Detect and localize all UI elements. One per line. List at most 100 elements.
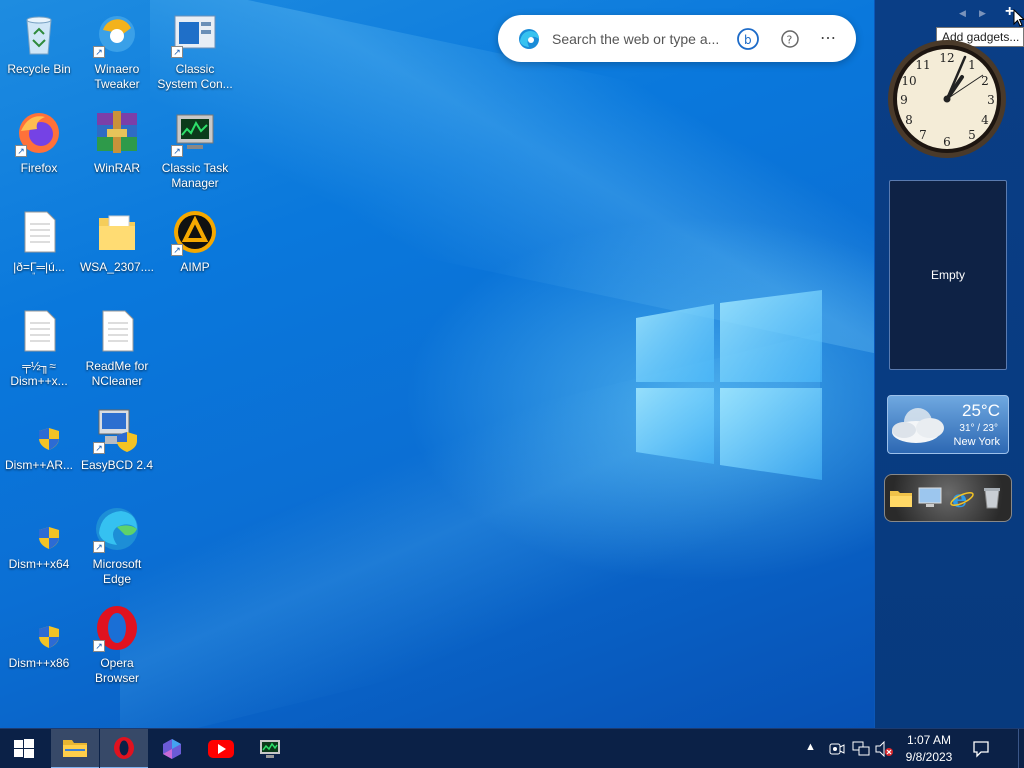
- text-file-icon: [15, 307, 63, 355]
- clock-gadget[interactable]: 12 1 2 3 45 6 78 9 10 11: [886, 38, 1008, 160]
- meet-now-icon[interactable]: [829, 741, 845, 757]
- more-icon[interactable]: ⋯: [820, 30, 836, 47]
- svg-text:8: 8: [905, 113, 913, 127]
- bing-icon[interactable]: b: [736, 27, 760, 51]
- shortcut-arrow-icon: ↗: [171, 244, 183, 256]
- desktop-icon-dism-arm[interactable]: Dism++AR...: [0, 402, 78, 494]
- icon-label: AIMP: [180, 260, 210, 274]
- taskbar-copilot[interactable]: [148, 729, 196, 768]
- youtube-icon: [208, 740, 234, 758]
- text-file-icon: [15, 208, 63, 256]
- svg-text:5: 5: [968, 128, 976, 142]
- chevron-up-icon[interactable]: ▲: [805, 741, 816, 753]
- desktop-icon-readme-ncleaner[interactable]: ReadMe for NCleaner: [78, 303, 156, 395]
- desktop-icon-easybcd[interactable]: ↗ EasyBCD 2.4: [78, 402, 156, 494]
- svg-text:1: 1: [968, 58, 976, 72]
- taskbar: ▲ 1:07 AM 9/8/2023: [0, 728, 1024, 768]
- shortcut-arrow-icon: ↗: [171, 46, 183, 58]
- start-icon: [14, 739, 34, 758]
- empty-gadget[interactable]: Empty: [889, 180, 1007, 370]
- easybcd-icon: ↗: [93, 406, 141, 454]
- svg-text:7: 7: [919, 128, 927, 142]
- taskbar-opera[interactable]: [100, 729, 148, 768]
- icon-label: WSA_2307....: [79, 260, 155, 274]
- desktop-icon-dism-x86[interactable]: Dism++x86: [0, 600, 78, 692]
- winaero-tweaker-icon: ↗: [93, 10, 141, 58]
- desktop-icon-classic-system-control[interactable]: ↗ Classic System Con...: [156, 6, 234, 98]
- previous-page-icon[interactable]: ◀: [959, 8, 966, 19]
- windows-logo-icon: [636, 290, 822, 480]
- copilot-icon: [163, 739, 181, 759]
- desktop-icon-recycle-bin[interactable]: Recycle Bin: [0, 6, 78, 98]
- notification-center-icon[interactable]: [972, 740, 990, 758]
- icon-label: |ð=ܸΓ═|ú...: [13, 260, 65, 274]
- show-desktop-button[interactable]: [1018, 729, 1024, 768]
- desktop-icon-winaero-tweaker[interactable]: ↗ Winaero Tweaker: [78, 6, 156, 98]
- icon-label: ReadMe for NCleaner: [85, 359, 149, 388]
- recycle-bin-icon[interactable]: [981, 486, 1003, 510]
- uac-shield-icon: [15, 604, 63, 652]
- icon-label: Classic System Con...: [157, 62, 233, 91]
- desktop-icon-wsa-folder[interactable]: WSA_2307....: [78, 204, 156, 296]
- icon-label: Recycle Bin: [7, 62, 71, 76]
- desktop-icon-classic-task-manager[interactable]: ↗ Classic Task Manager: [156, 105, 234, 197]
- desktop-icon-firefox[interactable]: ↗ Firefox: [0, 105, 78, 197]
- desktop-icon-opera-browser[interactable]: ↗ Opera Browser: [78, 600, 156, 692]
- app-launcher-gadget[interactable]: e: [884, 474, 1012, 522]
- taskbar-task-manager[interactable]: [246, 729, 294, 768]
- icon-label: EasyBCD 2.4: [80, 458, 154, 472]
- file-explorer-icon: [63, 740, 87, 757]
- desktop-icon-dism-text[interactable]: ╤½╖≈ Dism++x...: [0, 303, 78, 395]
- icon-label: Microsoft Edge: [92, 557, 142, 586]
- start-button[interactable]: [0, 729, 48, 768]
- edge-logo-icon: [518, 28, 540, 50]
- shortcut-arrow-icon: ↗: [15, 145, 27, 157]
- desktop-icon-text-file[interactable]: |ð=ܸΓ═|ú...: [0, 204, 78, 296]
- svg-text:12: 12: [939, 51, 954, 65]
- volume-muted-icon[interactable]: [875, 741, 893, 757]
- cloudy-night-icon: [892, 408, 944, 443]
- help-icon[interactable]: ?: [780, 29, 800, 49]
- shortcut-arrow-icon: ↗: [93, 46, 105, 58]
- uac-shield-icon: [15, 505, 63, 553]
- shortcut-arrow-icon: ↗: [93, 541, 105, 553]
- internet-explorer-icon[interactable]: e: [949, 485, 975, 511]
- text-file-icon: [93, 307, 141, 355]
- opera-icon: ↗: [93, 604, 141, 652]
- taskbar-youtube[interactable]: [197, 729, 245, 768]
- icon-label: Opera Browser: [94, 656, 139, 685]
- system-clock[interactable]: 1:07 AM 9/8/2023: [893, 732, 965, 766]
- desktop-icon-winrar[interactable]: WinRAR: [78, 105, 156, 197]
- next-page-icon[interactable]: ▶: [979, 8, 986, 19]
- icon-label: ╤½╖≈ Dism++x...: [10, 359, 68, 388]
- desktop-icon-dism-x64[interactable]: Dism++x64: [0, 501, 78, 593]
- weather-temperature: 25°C: [962, 401, 1000, 420]
- weather-gadget[interactable]: 25°C 31° / 23° New York: [887, 395, 1009, 454]
- edge-search-bar[interactable]: Search the web or type a... b ? ⋯: [498, 15, 856, 62]
- firefox-icon: ↗: [15, 109, 63, 157]
- search-input[interactable]: Search the web or type a...: [552, 31, 722, 47]
- shortcut-arrow-icon: ↗: [171, 145, 183, 157]
- task-manager-icon: [260, 740, 280, 758]
- computer-icon[interactable]: [917, 486, 943, 510]
- svg-text:11: 11: [915, 58, 930, 72]
- shortcut-arrow-icon: ↗: [93, 442, 105, 454]
- weather-range: 31° / 23°: [959, 423, 998, 434]
- desktop-icon-microsoft-edge[interactable]: ↗ Microsoft Edge: [78, 501, 156, 593]
- icon-label: Dism++AR...: [4, 458, 73, 472]
- svg-text:e: e: [952, 485, 967, 511]
- opera-icon: [114, 737, 134, 759]
- taskbar-file-explorer[interactable]: [51, 729, 99, 768]
- desktop-icon-aimp[interactable]: ↗ AIMP: [156, 204, 234, 296]
- svg-text:10: 10: [901, 74, 916, 88]
- svg-text:?: ?: [787, 33, 793, 46]
- icon-label: Dism++x86: [8, 656, 70, 670]
- folder-icon[interactable]: [889, 487, 913, 509]
- network-icon[interactable]: [852, 741, 870, 757]
- mouse-cursor-icon: [1013, 9, 1024, 27]
- empty-gadget-label: Empty: [930, 268, 965, 282]
- winrar-icon: [93, 109, 141, 157]
- svg-text:2: 2: [981, 74, 989, 88]
- svg-text:3: 3: [987, 93, 995, 107]
- uac-shield-icon: [15, 406, 63, 454]
